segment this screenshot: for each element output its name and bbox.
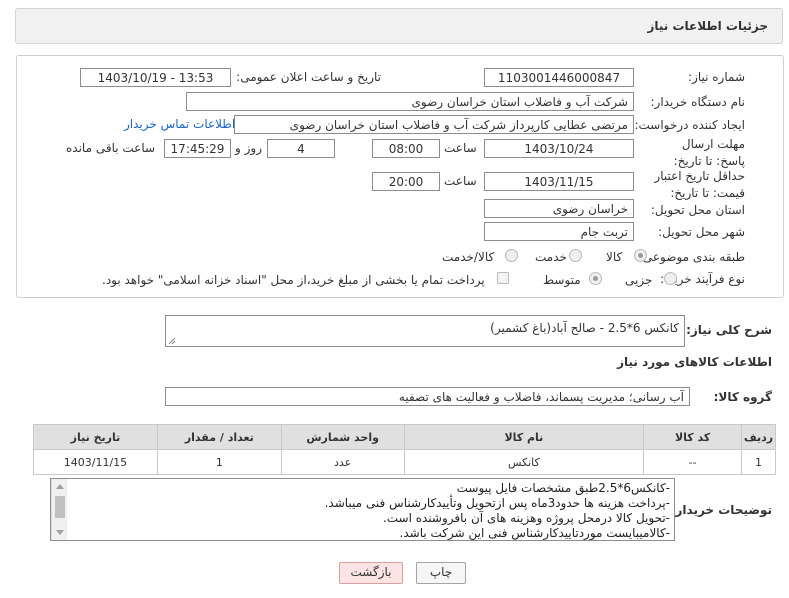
back-button[interactable]: بازگشت [339,562,403,584]
days-label: روز و [235,141,262,155]
buyer-contact-link[interactable]: اطلاعات تماس خریدار [124,117,235,131]
buyer-org-field: شرکت آب و فاضلاب استان خراسان رضوی [186,92,634,111]
city-label: شهر محل تحویل: [658,225,745,239]
cell-row: 1 [741,449,776,475]
page-title: جزئیات اطلاعات نیاز [647,19,768,33]
deadline-time-label: ساعت [444,141,477,155]
process-radio-medium[interactable] [589,272,602,285]
cell-date: 1403/11/15 [33,449,158,475]
process-radio-minor[interactable] [664,272,677,285]
remaining-days-field: 4 [267,139,335,158]
notes-line: -کانکس6*2.5طبق مشخصات فایل پیوست [456,481,670,495]
treasury-payment-checkbox[interactable] [497,272,509,284]
deadline-date-field: 1403/10/24 [484,139,634,158]
validity-time-label: ساعت [444,174,477,188]
need-number-label: شماره نیاز: [688,70,745,84]
validity-date-field: 1403/11/15 [484,172,634,191]
cell-name: کانکس [403,449,645,475]
announce-date-field: 1403/10/19 - 13:53 [80,68,231,87]
col-unit: واحد شمارش [280,424,405,450]
validity-time-field: 20:00 [372,172,440,191]
scroll-down-icon[interactable] [56,530,64,535]
category-radio-goods-service[interactable] [505,249,518,262]
goods-group-label: گروه کالا: [713,390,772,404]
cell-code: -- [643,449,743,475]
announce-date-label: تاریخ و ساعت اعلان عمومی: [236,70,381,84]
resize-grip-icon[interactable] [168,337,176,345]
announce-date-value: 1403/10/19 - 13:53 [97,71,214,85]
notes-line: -پرداخت هزینه ها حدود3ماه پس ازتحویل وتأ… [324,496,670,510]
col-date: تاریخ نیاز [33,424,158,450]
treasury-payment-note: پرداخت تمام یا بخشی از مبلغ خرید،از محل … [102,273,485,287]
goods-table-header: ردیف کد کالا نام کالا واحد شمارش تعداد /… [33,424,776,450]
scroll-thumb[interactable] [55,496,65,518]
col-name: نام کالا [403,424,645,450]
page-header: جزئیات اطلاعات نیاز [15,8,783,44]
col-qty: تعداد / مقدار [156,424,282,450]
creator-field: مرتضی عطایی کارپرداز شرکت آب و فاضلاب اس… [234,115,634,134]
notes-line: -کالامیبایست موردتاییدکارشناس فنی این شر… [399,526,670,540]
cell-unit: عدد [280,449,405,475]
goods-table: ردیف کد کالا نام کالا واحد شمارش تعداد /… [33,424,776,475]
remaining-time-field: 17:45:29 [164,139,231,158]
category-option-goods-service: کالا/خدمت [442,250,495,264]
process-option-minor: جزیی [625,273,653,287]
notes-label: توضیحات خریدار: [670,503,772,517]
notes-scrollbar[interactable] [51,479,67,540]
notes-line: -تحویل کالا درمحل پروژه وهزینه های آن با… [382,511,670,525]
print-button[interactable]: چاپ [416,562,466,584]
creator-label: ایجاد کننده درخواست: [634,118,745,132]
category-radio-service[interactable] [569,249,582,262]
buyer-notes-field: -کانکس6*2.5طبق مشخصات فایل پیوست -پرداخت… [50,478,675,541]
category-label: طبقه بندی موضوعی: [638,250,745,264]
table-row: 1 -- کانکس عدد 1 1403/11/15 [33,449,776,475]
cell-qty: 1 [156,449,282,475]
category-radio-goods[interactable] [634,249,647,262]
buyer-org-label: نام دستگاه خریدار: [650,95,746,109]
description-field: کانکس 6*2.5 - صالح آباد(باغ کشمیر) [165,315,685,347]
validity-label: حداقل تاریخ اعتبار قیمت: تا تاریخ: [654,169,745,200]
goods-section-title: اطلاعات کالاهای مورد نیاز [617,355,772,369]
need-number-field: 1103001446000847 [484,68,634,87]
remaining-label: ساعت باقی مانده [66,141,156,155]
description-label: شرح کلی نیاز: [686,323,772,337]
city-field: تربت جام [484,222,634,241]
col-row: ردیف [741,424,776,450]
scroll-up-icon[interactable] [56,484,64,489]
deadline-label: مهلت ارسال پاسخ: تا تاریخ: [673,137,745,168]
province-field: خراسان رضوی [484,199,634,218]
goods-group-field: آب رسانی؛ مدیریت پسماند، فاضلاب و فعالیت… [165,387,690,406]
deadline-time-field: 08:00 [372,139,440,158]
category-option-goods: کالا [606,250,623,264]
category-option-service: خدمت [535,250,567,264]
col-code: کد کالا [643,424,743,450]
process-option-medium: متوسط [543,273,581,287]
province-label: استان محل تحویل: [650,203,745,217]
